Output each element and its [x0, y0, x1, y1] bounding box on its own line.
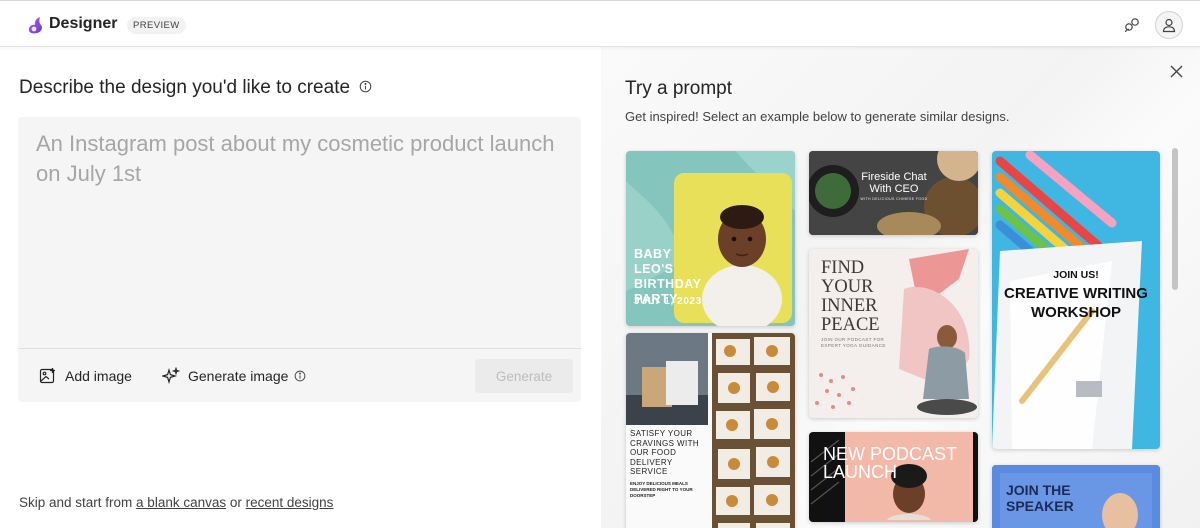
close-icon [1170, 65, 1182, 77]
examples-scrollbar[interactable] [1172, 148, 1178, 290]
blank-canvas-link[interactable]: a blank canvas [136, 495, 226, 510]
describe-title-text: Describe the design you'd like to create [19, 77, 351, 98]
workshop-card-title: CREATIVE WRITING WORKSHOP [1004, 285, 1148, 321]
food-card-subtitle: ENJOY DELICIOUS MEALS DELIVERED RIGHT TO… [630, 481, 693, 498]
speaker-card-title: JOIN THE SPEAKER [1006, 482, 1074, 514]
workshop-card-label: JOIN US! [1053, 269, 1099, 281]
generate-image-button[interactable]: Generate image [162, 363, 306, 389]
prompt-input[interactable] [18, 117, 581, 347]
example-card-birthday[interactable]: BABY LEO'S BIRTHDAY PARTY JULY 1, 2023 [626, 151, 795, 326]
podcast-card-title: NEW PODCAST LAUNCH [823, 444, 957, 482]
account-icon [1162, 18, 1176, 33]
image-add-icon [39, 368, 55, 384]
example-card-podcast[interactable]: NEW PODCAST LAUNCH [809, 432, 978, 522]
footer-prefix: Skip and start from [19, 495, 137, 510]
generate-image-label: Generate image [188, 368, 289, 384]
skip-footer: Skip and start from a blank canvas or re… [19, 495, 333, 510]
describe-title: Describe the design you'd like to create [19, 77, 372, 99]
prompt-divider [18, 348, 581, 349]
app-header: Designer PREVIEW [0, 0, 1200, 47]
share-icon [1124, 18, 1139, 33]
example-card-speaker[interactable]: JOIN THE SPEAKER [992, 465, 1160, 528]
prompt-box: Add image Generate image Generate [18, 117, 581, 402]
close-button[interactable] [1166, 61, 1186, 81]
fireside-card-title: Fireside Chat With CEO [861, 171, 927, 195]
app-title: Designer [49, 15, 118, 32]
share-button[interactable] [1118, 11, 1146, 39]
birthday-card-date: JULY 1, 2023 [634, 296, 702, 307]
account-button[interactable] [1155, 11, 1183, 39]
designer-logo-icon[interactable] [26, 15, 46, 35]
add-image-label: Add image [65, 368, 132, 384]
info-icon[interactable] [294, 370, 306, 382]
peace-card-subtitle: JOIN OUR PODCAST FOR EXPERT YOGA GUIDANC… [821, 337, 886, 348]
add-image-button[interactable]: Add image [39, 363, 132, 389]
fireside-card-subtitle: WITH DELICIOUS CHINESE FOOD [860, 197, 928, 201]
info-icon[interactable] [359, 80, 372, 93]
try-prompt-title: Try a prompt [625, 78, 732, 99]
try-prompt-panel: Try a prompt Get inspired! Select an exa… [601, 47, 1200, 528]
try-prompt-subtitle: Get inspired! Select an example below to… [625, 109, 1010, 124]
example-card-workshop[interactable]: JOIN US! CREATIVE WRITING WORKSHOP [992, 151, 1160, 449]
peace-card-title: FIND YOUR INNER PEACE [821, 258, 880, 335]
example-card-food[interactable]: SATISFY YOUR CRAVINGS WITH OUR FOOD DELI… [626, 333, 795, 528]
preview-badge: PREVIEW [127, 17, 186, 34]
sparkle-icon [162, 367, 180, 385]
example-card-peace[interactable]: FIND YOUR INNER PEACE JOIN OUR PODCAST F… [809, 249, 978, 418]
generate-button[interactable]: Generate [475, 359, 573, 393]
recent-designs-link[interactable]: recent designs [246, 495, 334, 510]
footer-middle: or [226, 495, 246, 510]
example-card-fireside[interactable]: Fireside Chat With CEO WITH DELICIOUS CH… [809, 151, 978, 235]
food-card-title: SATISFY YOUR CRAVINGS WITH OUR FOOD DELI… [630, 429, 700, 476]
